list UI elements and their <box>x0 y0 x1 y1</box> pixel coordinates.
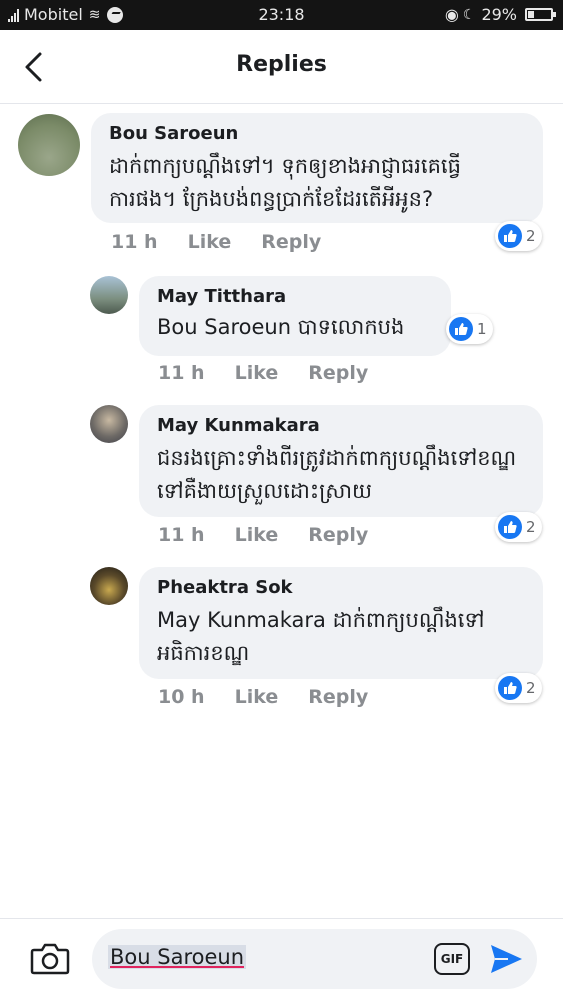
camera-button[interactable] <box>30 941 70 977</box>
avatar[interactable] <box>90 276 128 314</box>
reaction-count: 2 <box>526 679 536 697</box>
comment-meta: 10 h Like Reply <box>158 686 398 708</box>
comment-bubble: May Kunmakara ជនរងគ្រោះទាំងពីរត្រូវដាក់ព… <box>139 405 543 517</box>
like-button[interactable]: Like <box>235 524 279 546</box>
comment-time: 10 h <box>158 686 205 708</box>
comment-text: May Kunmakara ដាក់ពាក្យបណ្ដឹងទៅអធិការខណ្… <box>157 608 485 665</box>
reply-button[interactable]: Reply <box>308 362 368 384</box>
comment-bubble: Pheaktra Sok May Kunmakara ដាក់ពាក្យបណ្ដ… <box>139 567 543 679</box>
like-button[interactable]: Like <box>188 231 232 253</box>
comment-text: ដាក់ពាក្យបណ្ដឹងទៅ។ ទុកឲ្យខាងអាជ្ញាធរគេធ្… <box>109 154 461 211</box>
status-bar: Mobitel ≋ 23:18 ◉ ☾ 29% <box>0 0 563 30</box>
comment-time: 11 h <box>111 231 158 253</box>
reaction-badge[interactable]: 2 <box>495 512 542 542</box>
replies-header: Replies <box>0 30 563 104</box>
reply-button[interactable]: Reply <box>261 231 321 253</box>
reply-button[interactable]: Reply <box>308 686 368 708</box>
comment-meta: 11 h Like Reply <box>111 231 351 253</box>
gif-button[interactable]: GIF <box>434 943 470 975</box>
clock: 23:18 <box>258 5 305 24</box>
avatar[interactable] <box>18 114 80 176</box>
reaction-count: 2 <box>526 227 536 245</box>
avatar[interactable] <box>90 405 128 443</box>
comment-author[interactable]: Pheaktra Sok <box>157 577 525 598</box>
reaction-count: 2 <box>526 518 536 536</box>
send-icon <box>491 945 522 973</box>
comment-time: 11 h <box>158 524 205 546</box>
thumbs-up-icon <box>498 515 522 539</box>
thumbs-up-icon <box>449 317 473 341</box>
reply-input[interactable]: Bou Saroeun GIF <box>92 929 537 989</box>
comment-meta: 11 h Like Reply <box>158 524 398 546</box>
comment-bubble: May Titthara Bou Saroeun បាទលោកបង <box>139 276 451 356</box>
battery-icon <box>525 8 556 21</box>
reaction-badge[interactable]: 2 <box>495 673 542 703</box>
like-button[interactable]: Like <box>235 362 279 384</box>
like-button[interactable]: Like <box>235 686 279 708</box>
avatar[interactable] <box>90 567 128 605</box>
reaction-badge[interactable]: 2 <box>495 221 542 251</box>
page-title: Replies <box>236 52 327 77</box>
status-right: ◉ ☾ 29% <box>444 5 556 24</box>
comment-bubble: Bou Saroeun ដាក់ពាក្យបណ្ដឹងទៅ។ ទុកឲ្យខាង… <box>91 113 543 223</box>
comment-author[interactable]: May Kunmakara <box>157 415 525 436</box>
reply-input-text[interactable]: Bou Saroeun <box>108 945 246 969</box>
comment-text: ជនរងគ្រោះទាំងពីរត្រូវដាក់ពាក្យបណ្ដឹងទៅខណ… <box>157 446 517 503</box>
comment-time: 11 h <box>158 362 205 384</box>
comment-text: Bou Saroeun បាទលោកបង <box>157 315 405 339</box>
moon-icon: ☾ <box>462 6 476 23</box>
reaction-count: 1 <box>477 320 487 338</box>
comment-author[interactable]: Bou Saroeun <box>109 123 525 144</box>
eye-icon: ◉ <box>444 5 459 24</box>
camera-icon <box>30 943 70 975</box>
reaction-badge[interactable]: 1 <box>446 314 493 344</box>
comment-meta: 11 h Like Reply <box>158 362 398 384</box>
reply-composer: Bou Saroeun GIF <box>0 918 563 1000</box>
battery-percent: 29% <box>481 5 517 24</box>
send-button[interactable] <box>488 941 524 977</box>
reply-button[interactable]: Reply <box>308 524 368 546</box>
thumbs-up-icon <box>498 676 522 700</box>
thumbs-up-icon <box>498 224 522 248</box>
comment-author[interactable]: May Titthara <box>157 286 433 307</box>
